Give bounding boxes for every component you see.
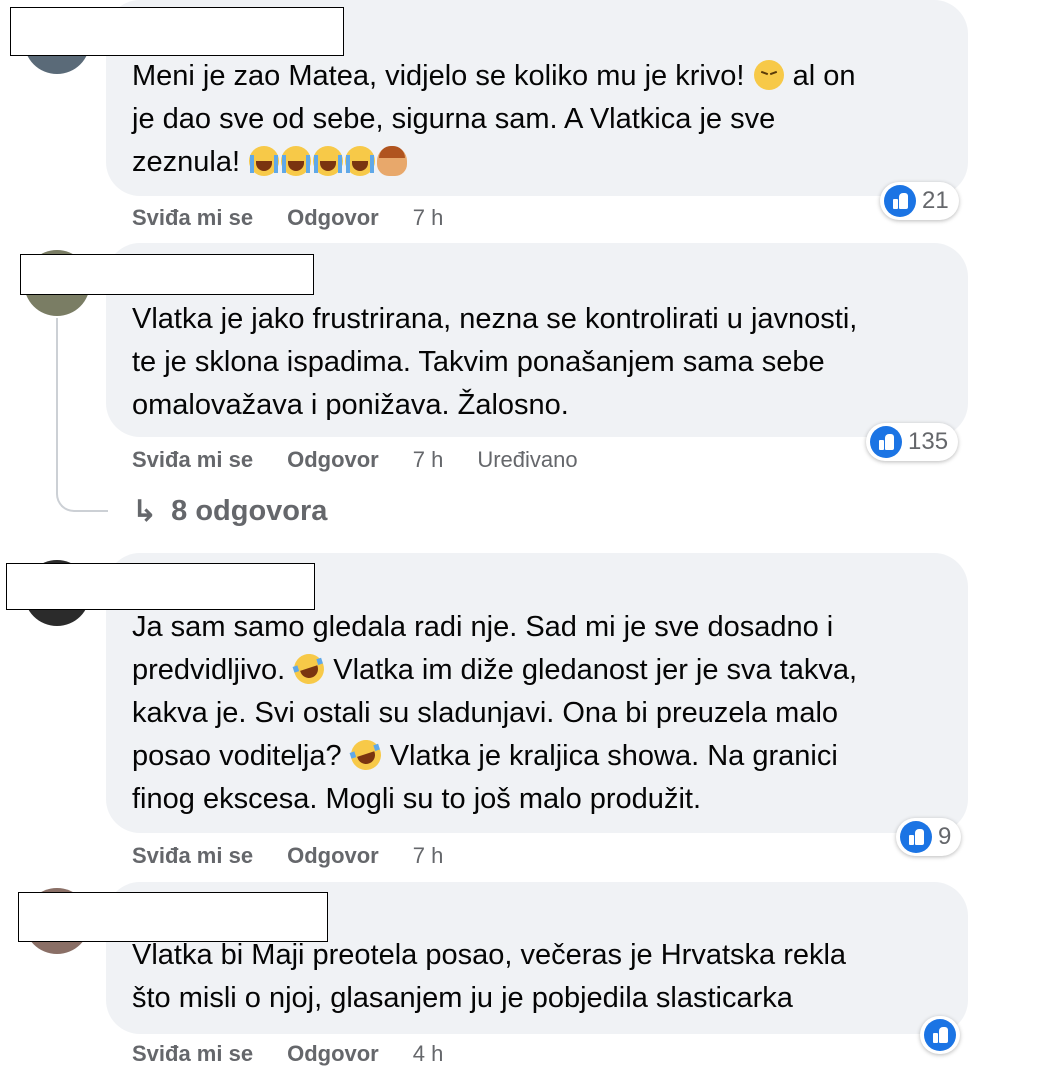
pensive-face-icon [753,60,784,90]
timestamp[interactable]: 7 h [413,205,444,231]
reaction-number: 21 [922,187,949,214]
edited-label: Uređivano [477,447,578,472]
comment-actions: Sviđa mi se Odgovor 4 h [132,1039,443,1069]
thread-line [56,318,108,512]
redacted-author-name [18,892,328,942]
view-replies-button[interactable]: ↳ 8 odgovora [132,494,327,529]
comment-actions: Sviđa mi se Odgovor 7 h [132,841,443,871]
rolling-laughing-face-icon [346,736,385,774]
reply-button[interactable]: Odgovor [287,1041,379,1067]
reaction-count[interactable] [920,1016,960,1054]
comment-actions: Sviđa mi se Odgovor 7 h Uređivano [132,445,578,475]
reaction-count[interactable]: 9 [896,818,962,856]
timestamp[interactable]: 7 h [413,447,444,473]
redacted-author-name [10,7,344,56]
comment-text: Vlatka je jako frustrirana, nezna se kon… [132,303,858,421]
comment-text: Ja sam samo gledala radi nje. Sad mi je … [132,611,858,815]
reply-button[interactable]: Odgovor [287,447,379,473]
woman-facepalming-icon [377,146,408,176]
like-thumb-icon [900,821,932,853]
replies-label: 8 odgovora [171,495,328,527]
comment-text: Meni je zao Matea, vidjelo se koliko mu … [132,60,856,178]
timestamp[interactable]: 4 h [413,1041,444,1067]
reply-button[interactable]: Odgovor [287,843,379,869]
reaction-number: 135 [908,428,949,455]
like-button[interactable]: Sviđa mi se [132,447,253,473]
loudly-crying-face-icon [345,146,376,176]
timestamp[interactable]: 7 h [413,843,444,869]
like-thumb-icon [870,426,902,458]
like-button[interactable]: Sviđa mi se [132,1041,253,1067]
reaction-number: 9 [938,823,952,850]
comment-text: Vlatka bi Maji preotela posao, večeras j… [132,939,847,1014]
reaction-count[interactable]: 21 [880,182,959,220]
reply-button[interactable]: Odgovor [287,205,379,231]
redacted-author-name [6,563,315,610]
redacted-author-name [20,254,314,295]
reaction-count[interactable]: 135 [866,423,959,461]
like-thumb-icon [924,1019,956,1051]
like-button[interactable]: Sviđa mi se [132,843,253,869]
reply-arrow-icon: ↳ [132,495,158,528]
loudly-crying-face-icon [249,146,280,176]
loudly-crying-face-icon [313,146,344,176]
loudly-crying-face-icon [281,146,312,176]
comment-actions: Sviđa mi se Odgovor 7 h [132,203,443,233]
like-button[interactable]: Sviđa mi se [132,205,253,231]
rolling-laughing-face-icon [290,650,329,688]
like-thumb-icon [884,185,916,217]
